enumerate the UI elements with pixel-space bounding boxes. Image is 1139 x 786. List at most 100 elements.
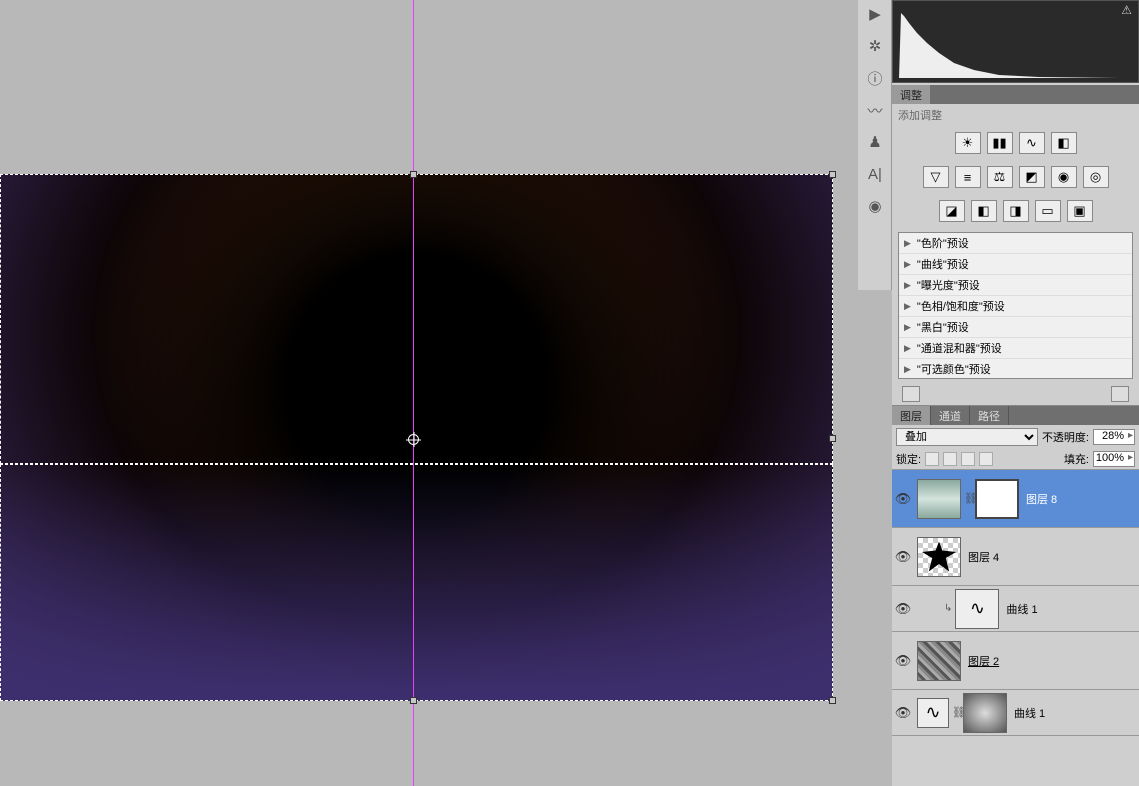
tab-layers[interactable]: 图层	[892, 406, 931, 425]
histogram-warning-icon[interactable]: ⚠	[1121, 3, 1132, 17]
camera-icon[interactable]: ◉	[860, 192, 890, 220]
selection-marquee	[0, 174, 833, 464]
levels-icon[interactable]: ▮▮	[987, 132, 1013, 154]
lock-label: 锁定:	[896, 451, 921, 467]
chevron-right-icon: ▶	[904, 301, 911, 312]
tab-channels[interactable]: 通道	[931, 406, 970, 425]
threshold-icon[interactable]: ◨	[1003, 200, 1029, 222]
brush-icon[interactable]: 〰	[860, 96, 890, 124]
info-icon[interactable]: ⓘ	[860, 64, 890, 92]
layer-row-adjustment[interactable]: 👁 ↳ ∿ 曲线 1	[892, 586, 1139, 632]
layer-mask-thumbnail[interactable]	[963, 693, 1007, 733]
lock-transparent-icon[interactable]	[925, 452, 939, 466]
clone-icon[interactable]: ♟	[860, 128, 890, 156]
lock-pixels-icon[interactable]	[943, 452, 957, 466]
visibility-toggle-icon[interactable]: 👁	[892, 653, 914, 669]
color-balance-icon[interactable]: ⚖	[987, 166, 1013, 188]
preset-hue-saturation[interactable]: ▶"色相/饱和度"预设	[899, 296, 1132, 317]
lock-all-icon[interactable]	[979, 452, 993, 466]
expand-view-icon[interactable]	[1111, 386, 1129, 402]
preset-curves[interactable]: ▶"曲线"预设	[899, 254, 1132, 275]
canvas-area[interactable]	[0, 0, 856, 786]
layer-thumbnail[interactable]	[917, 479, 961, 519]
collapsed-panel-dock: ▶ ✲ ⓘ 〰 ♟ A| ◉	[858, 0, 892, 290]
adjustments-footer	[892, 383, 1139, 405]
layer-lock-row: 锁定: 填充: 100%	[892, 449, 1139, 470]
layer-mask-thumbnail[interactable]	[975, 479, 1019, 519]
photo-filter-icon[interactable]: ◉	[1051, 166, 1077, 188]
adjustment-presets-list[interactable]: ▶"色阶"预设 ▶"曲线"预设 ▶"曝光度"预设 ▶"色相/饱和度"预设 ▶"黑…	[898, 232, 1133, 379]
adjustments-row-3: ◪ ◧ ◨ ▭ ▣	[892, 194, 1139, 228]
adjustment-thumbnail[interactable]: ∿	[955, 589, 999, 629]
layer-name[interactable]: 曲线 1	[1002, 601, 1139, 617]
vibrance-icon[interactable]: ▽	[923, 166, 949, 188]
layer-row[interactable]: 👁 图层 2	[892, 632, 1139, 690]
vertical-guide[interactable]	[413, 0, 414, 786]
layer-name[interactable]: 图层 8	[1022, 491, 1139, 507]
preset-channel-mixer[interactable]: ▶"通道混和器"预设	[899, 338, 1132, 359]
hue-sat-icon[interactable]: ≡	[955, 166, 981, 188]
layer-row-selected[interactable]: 👁 ⛓ 图层 8	[892, 470, 1139, 528]
posterize-icon[interactable]: ◧	[971, 200, 997, 222]
visibility-toggle-icon[interactable]: 👁	[892, 705, 914, 721]
layer-row[interactable]: 👁 图层 4	[892, 528, 1139, 586]
layer-row-adjustment[interactable]: 👁 ∿ ⛓ 曲线 1	[892, 690, 1139, 736]
transform-handle-bottom[interactable]	[410, 697, 417, 704]
exposure-icon[interactable]: ◧	[1051, 132, 1077, 154]
opacity-label: 不透明度:	[1042, 429, 1089, 445]
fill-label: 填充:	[1064, 451, 1089, 467]
layer-thumbnail[interactable]	[917, 641, 961, 681]
adjustments-row-1: ☀ ▮▮ ∿ ◧	[892, 126, 1139, 160]
preset-exposure[interactable]: ▶"曝光度"预设	[899, 275, 1132, 296]
chevron-right-icon: ▶	[904, 280, 911, 291]
histogram-panel[interactable]: ⚠	[892, 0, 1139, 83]
transform-center[interactable]	[408, 434, 419, 445]
selective-color-icon[interactable]: ▣	[1067, 200, 1093, 222]
adjustments-tab[interactable]: 调整	[892, 85, 930, 104]
chevron-right-icon: ▶	[904, 322, 911, 333]
opacity-field[interactable]: 28%	[1093, 429, 1135, 445]
transform-handle-bottom-right[interactable]	[829, 697, 836, 704]
histogram-graph	[899, 8, 1119, 78]
preset-black-white[interactable]: ▶"黑白"预设	[899, 317, 1132, 338]
brightness-contrast-icon[interactable]: ☀	[955, 132, 981, 154]
chevron-right-icon: ▶	[904, 259, 911, 270]
play-icon[interactable]: ▶	[860, 0, 890, 28]
gradient-map-icon[interactable]: ▭	[1035, 200, 1061, 222]
invert-icon[interactable]: ◪	[939, 200, 965, 222]
visibility-toggle-icon[interactable]: 👁	[892, 549, 914, 565]
transform-handle-right[interactable]	[829, 435, 836, 442]
layer-name[interactable]: 图层 4	[964, 549, 1139, 565]
black-white-icon[interactable]: ◩	[1019, 166, 1045, 188]
layer-name[interactable]: 图层 2	[964, 653, 1139, 669]
tab-paths[interactable]: 路径	[970, 406, 1009, 425]
preset-selective-color[interactable]: ▶"可选颜色"预设	[899, 359, 1132, 379]
transform-bounds	[0, 464, 833, 701]
preset-levels[interactable]: ▶"色阶"预设	[899, 233, 1132, 254]
channel-mixer-icon[interactable]: ◎	[1083, 166, 1109, 188]
layer-thumbnail[interactable]	[917, 537, 961, 577]
layers-panel: 图层 通道 路径 叠加 不透明度: 28% 锁定: 填充: 100% 👁 ⛓	[892, 405, 1139, 786]
visibility-toggle-icon[interactable]: 👁	[892, 601, 914, 617]
visibility-toggle-icon[interactable]: 👁	[892, 491, 914, 507]
link-mask-icon[interactable]: ⛓	[964, 492, 972, 505]
fill-field[interactable]: 100%	[1093, 451, 1135, 467]
layer-list[interactable]: 👁 ⛓ 图层 8 👁 图层 4 👁 ↳ ∿ 曲线 1 👁	[892, 470, 1139, 786]
transform-handle-top[interactable]	[410, 171, 417, 178]
adjustments-hint: 添加调整	[892, 104, 1139, 126]
clip-indicator-icon: ↳	[944, 603, 952, 614]
link-mask-icon[interactable]: ⛓	[952, 706, 960, 719]
lock-position-icon[interactable]	[961, 452, 975, 466]
compass-icon[interactable]: ✲	[860, 32, 890, 60]
clip-to-layer-icon[interactable]	[902, 386, 920, 402]
curves-icon[interactable]: ∿	[1019, 132, 1045, 154]
text-icon[interactable]: A|	[860, 160, 890, 188]
blend-mode-select[interactable]: 叠加	[896, 428, 1038, 446]
right-panels: ⚠ 调整 添加调整 ☀ ▮▮ ∿ ◧ ▽ ≡ ⚖ ◩ ◉ ◎ ◪ ◧ ◨ ▭ ▣…	[892, 0, 1139, 786]
adjustment-thumbnail[interactable]: ∿	[917, 698, 949, 728]
chevron-right-icon: ▶	[904, 343, 911, 354]
layer-name[interactable]: 曲线 1	[1010, 705, 1139, 721]
transform-handle-top-right[interactable]	[829, 171, 836, 178]
layers-tabbar: 图层 通道 路径	[892, 406, 1139, 425]
chevron-right-icon: ▶	[904, 238, 911, 249]
